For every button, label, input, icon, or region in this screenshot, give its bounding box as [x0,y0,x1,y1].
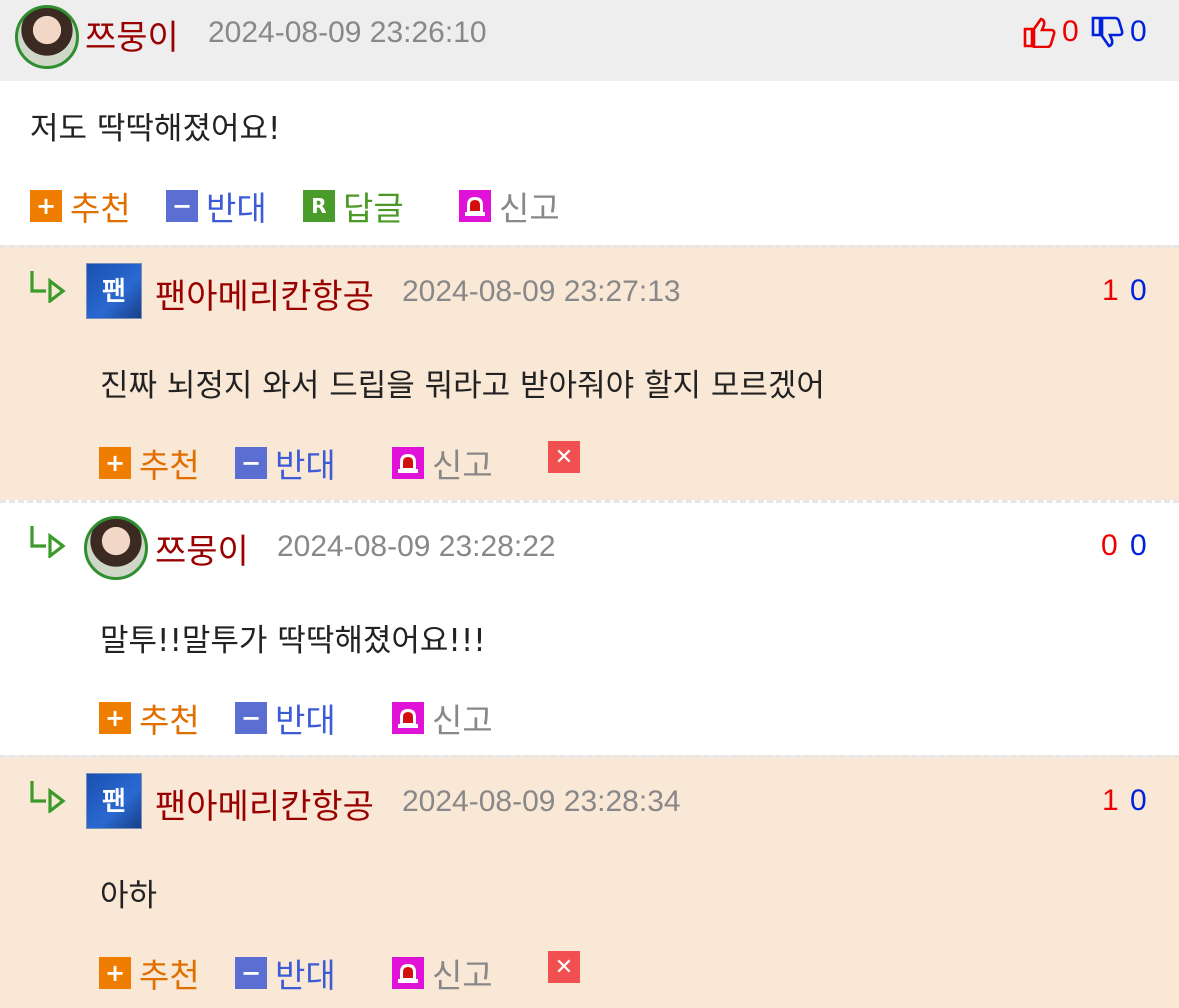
upvote-count[interactable]: 1 [1102,784,1119,818]
oppose-label: 반대 [275,701,336,740]
comment-timestamp: 2024-08-09 23:28:34 [402,785,681,818]
author-name[interactable]: 쯔뭉이 [85,10,179,59]
downvote-count[interactable]: 0 [1130,529,1147,563]
report-button[interactable]: 신고 [392,439,493,487]
comment-1: 쯔뭉이 2024-08-09 23:26:10 0 0 저도 딱딱해졌어요! +… [0,0,1179,245]
report-label: 신고 [432,446,493,485]
author-name[interactable]: 쯔뭉이 [155,524,249,573]
recommend-button[interactable]: + 추천 [99,949,200,997]
minus-icon: − [235,957,267,989]
reply-arrow-icon [28,269,68,307]
comment-text: 진짜 뇌정지 와서 드립을 뭐라고 받아줘야 할지 모르겠어 [100,368,825,404]
report-label: 신고 [499,189,560,228]
report-button[interactable]: 신고 [392,694,493,742]
avatar[interactable]: 팬 [86,773,142,829]
oppose-button[interactable]: − 반대 [235,439,336,487]
oppose-button[interactable]: − 반대 [235,694,336,742]
close-icon: ✕ [548,951,580,983]
plus-icon: + [99,447,131,479]
comment-timestamp: 2024-08-09 23:27:13 [402,275,681,308]
recommend-label: 추천 [70,189,131,228]
comment-timestamp: 2024-08-09 23:26:10 [208,16,487,49]
upvote-count[interactable]: 1 [1102,274,1119,308]
recommend-label: 추천 [139,956,200,995]
reply-label: 답글 [343,189,404,228]
delete-button[interactable]: ✕ [548,441,580,473]
comment-text: 저도 딱딱해졌어요! [30,111,281,147]
reply-arrow-icon [28,524,68,562]
oppose-label: 반대 [206,189,267,228]
downvote-count[interactable]: 0 [1130,784,1147,818]
recommend-label: 추천 [139,446,200,485]
comment-3: 쯔뭉이 2024-08-09 23:28:22 0 0 말투!!말투가 딱딱해졌… [0,500,1179,755]
comment-4: 팬 팬아메리칸항공 2024-08-09 23:28:34 1 0 아하 + 추… [0,755,1179,1008]
thumbs-up-icon[interactable] [1022,16,1056,52]
report-label: 신고 [432,701,493,740]
thumbs-down-icon[interactable] [1090,16,1124,52]
comment-text: 말투!!말투가 딱딱해졌어요!!! [100,623,486,659]
delete-button[interactable]: ✕ [548,951,580,983]
avatar[interactable] [15,5,79,69]
plus-icon: + [99,957,131,989]
upvote-count: 0 [1062,15,1079,48]
comment-timestamp: 2024-08-09 23:28:22 [277,530,556,563]
avatar[interactable]: 팬 [86,263,142,319]
recommend-button[interactable]: + 추천 [99,694,200,742]
downvote-count: 0 [1130,15,1147,48]
upvote-count[interactable]: 0 [1101,529,1118,563]
reply-button[interactable]: R 답글 [303,182,404,230]
report-label: 신고 [432,956,493,995]
siren-icon [392,702,424,734]
avatar[interactable] [84,516,148,580]
comment-2: 팬 팬아메리칸항공 2024-08-09 23:27:13 1 0 진짜 뇌정지… [0,245,1179,500]
plus-icon: + [30,190,62,222]
oppose-button[interactable]: − 반대 [235,949,336,997]
plus-icon: + [99,702,131,734]
recommend-label: 추천 [139,701,200,740]
siren-icon [459,190,491,222]
close-icon: ✕ [548,441,580,473]
minus-icon: − [166,190,198,222]
author-name[interactable]: 팬아메리칸항공 [155,269,374,318]
report-button[interactable]: 신고 [392,949,493,997]
report-button[interactable]: 신고 [459,182,560,230]
minus-icon: − [235,702,267,734]
comment-text: 아하 [100,878,158,914]
oppose-button[interactable]: − 반대 [166,182,267,230]
author-name[interactable]: 팬아메리칸항공 [155,779,374,828]
reply-r-icon: R [303,190,335,222]
minus-icon: − [235,447,267,479]
recommend-button[interactable]: + 추천 [99,439,200,487]
recommend-button[interactable]: + 추천 [30,182,131,230]
siren-icon [392,957,424,989]
siren-icon [392,447,424,479]
downvote-count[interactable]: 0 [1130,274,1147,308]
oppose-label: 반대 [275,446,336,485]
oppose-label: 반대 [275,956,336,995]
reply-arrow-icon [28,779,68,817]
